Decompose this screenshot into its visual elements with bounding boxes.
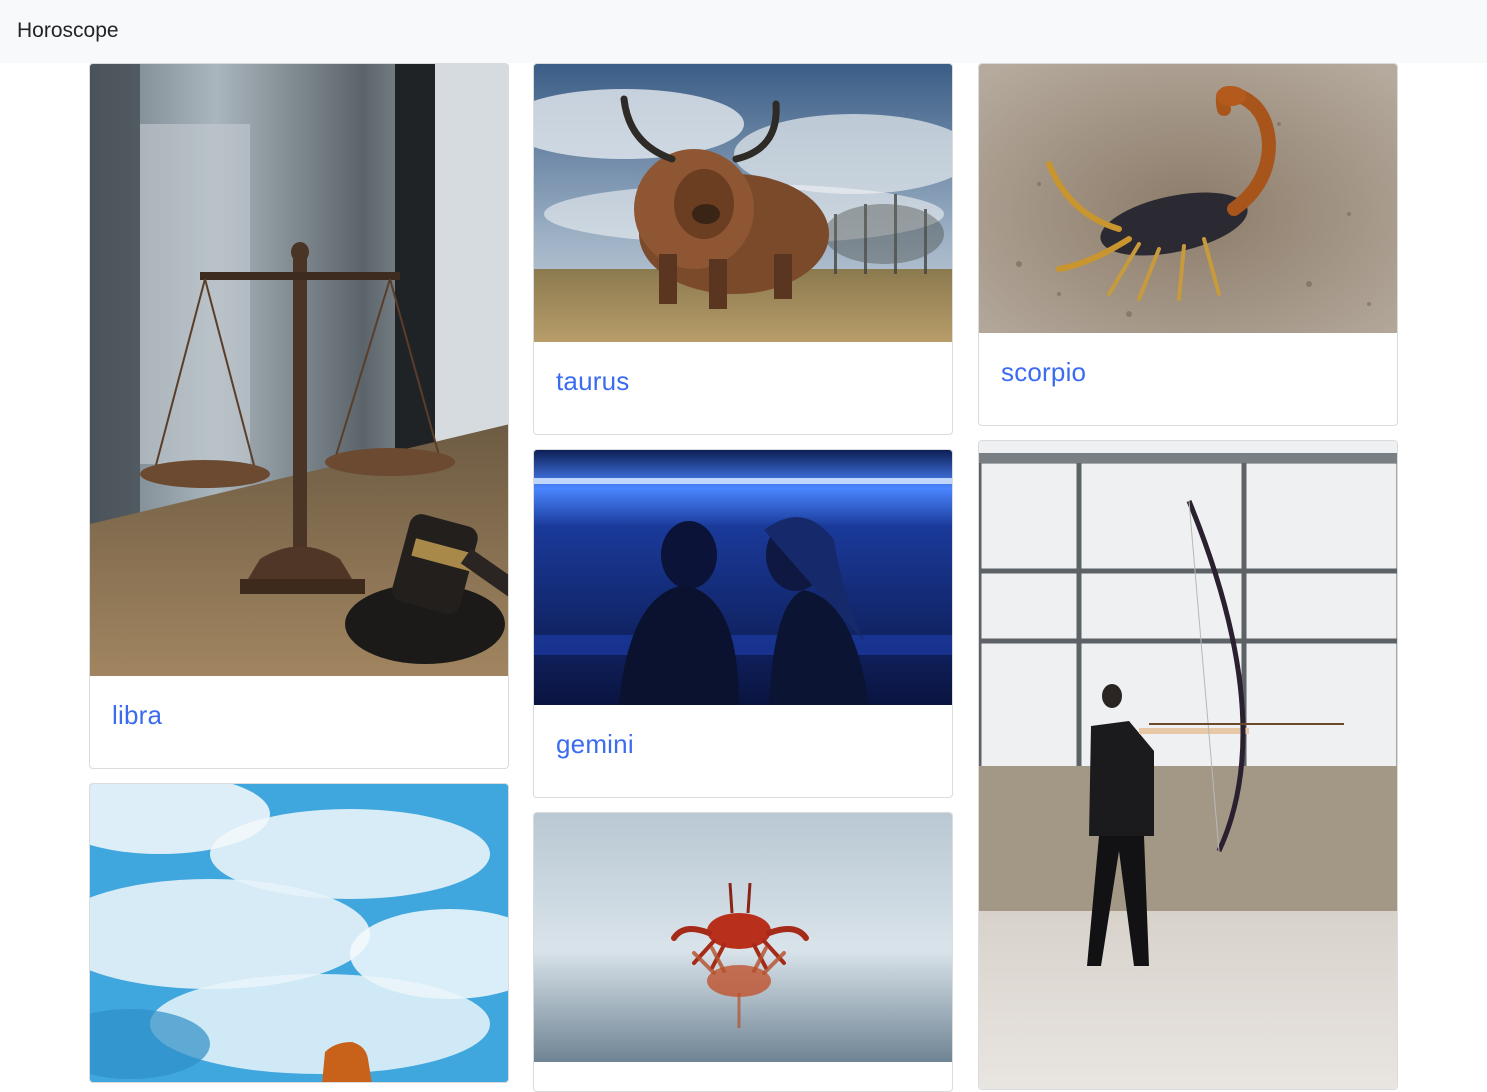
card-title-scorpio[interactable]: scorpio <box>1001 357 1086 388</box>
archer-photo <box>979 441 1397 1089</box>
navbar-brand[interactable]: Horoscope <box>17 17 119 45</box>
card-body: libra <box>90 676 508 768</box>
card-body: taurus <box>534 342 952 434</box>
card-body <box>534 1062 952 1091</box>
card-libra: libra <box>89 63 509 769</box>
card-scorpio: scorpio <box>978 63 1398 426</box>
card-gemini: gemini <box>533 449 953 798</box>
card-body: scorpio <box>979 333 1397 425</box>
highland-bull-photo <box>534 64 952 342</box>
card-body: gemini <box>534 705 952 797</box>
card-title-taurus[interactable]: taurus <box>556 366 629 397</box>
card-title-gemini[interactable]: gemini <box>556 729 634 760</box>
card-title-libra[interactable]: libra <box>112 700 162 731</box>
red-crab-photo <box>534 813 952 1062</box>
card-taurus: taurus <box>533 63 953 435</box>
card-sagittarius <box>978 440 1398 1090</box>
libra-scales-photo <box>90 64 508 676</box>
card-aquarius <box>89 783 509 1083</box>
twins-blue-light-photo <box>534 450 952 705</box>
top-navbar: Horoscope <box>0 0 1487 63</box>
scorpion-photo <box>979 64 1397 333</box>
card-cancer <box>533 812 953 1092</box>
sky-clouds-photo <box>90 784 508 1082</box>
